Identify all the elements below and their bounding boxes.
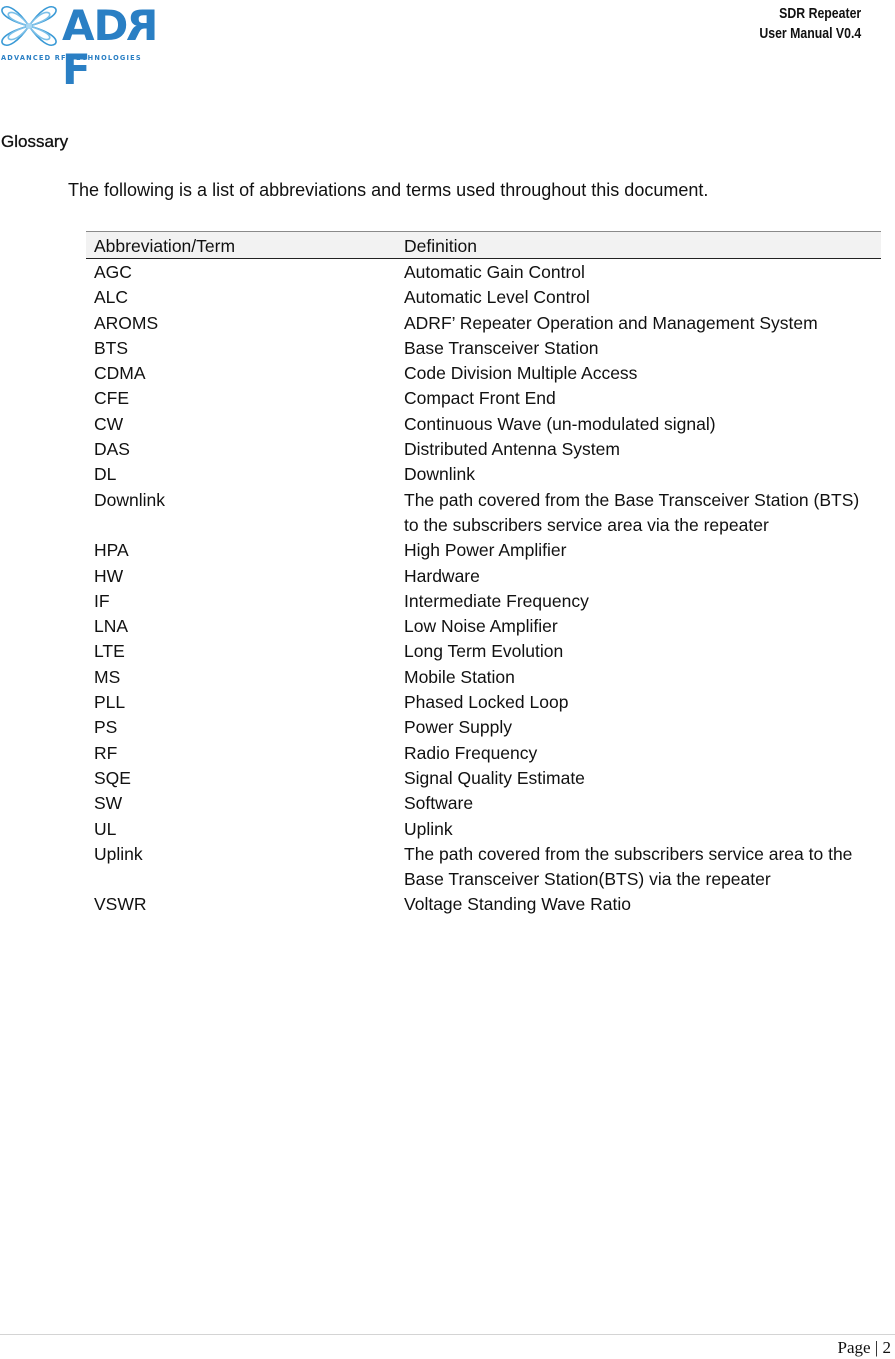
definition-cell: Continuous Wave (un-modulated signal) bbox=[404, 413, 716, 434]
table-header-row: Abbreviation/Term Definition bbox=[86, 231, 881, 259]
definition-cell: Radio Frequency bbox=[404, 742, 538, 763]
table-row: LNA Low Noise Amplifier bbox=[86, 614, 881, 639]
definition-cell: ADRF’ Repeater Operation and Management … bbox=[404, 312, 818, 333]
logo-tagline: ADVANCED RF TECHNOLOGIES bbox=[1, 54, 142, 62]
table-row: SW Software bbox=[86, 791, 881, 816]
term-cell: CDMA bbox=[94, 363, 146, 384]
table-row: PLL Phased Locked Loop bbox=[86, 690, 881, 715]
term-cell: BTS bbox=[94, 337, 129, 358]
definition-cell: Mobile Station bbox=[404, 666, 515, 687]
term-cell: PS bbox=[94, 717, 118, 738]
term-cell: LNA bbox=[94, 616, 129, 637]
definition-cell: Phased Locked Loop bbox=[404, 692, 569, 713]
definition-cell: The path covered from the subscribers se… bbox=[404, 843, 853, 890]
term-cell: PLL bbox=[94, 692, 126, 713]
table-row: LTE Long Term Evolution bbox=[86, 639, 881, 664]
product-name: SDR Repeater bbox=[778, 5, 861, 22]
definition-cell: Uplink bbox=[404, 818, 453, 839]
antenna-pattern-icon bbox=[1, 6, 57, 46]
table-row: HPA High Power Amplifier bbox=[86, 538, 881, 563]
table-row: HW Hardware bbox=[86, 564, 881, 589]
term-cell: SQE bbox=[94, 767, 131, 788]
document-header: SDR Repeater User Manual V0.4 bbox=[759, 4, 861, 44]
definition-cell: Distributed Antenna System bbox=[404, 439, 620, 460]
column-header-term: Abbreviation/Term bbox=[86, 231, 396, 259]
table-row: IF Intermediate Frequency bbox=[86, 589, 881, 614]
table-row: VSWR Voltage Standing Wave Ratio bbox=[86, 892, 881, 917]
definition-cell: Intermediate Frequency bbox=[404, 590, 589, 611]
term-cell: CW bbox=[94, 413, 124, 434]
table-row: PS Power Supply bbox=[86, 715, 881, 740]
term-cell: ALC bbox=[94, 287, 129, 308]
term-cell: CFE bbox=[94, 388, 129, 409]
table-row: DAS Distributed Antenna System bbox=[86, 437, 881, 462]
definition-cell: Long Term Evolution bbox=[404, 641, 564, 662]
term-cell: LTE bbox=[94, 641, 125, 662]
table-row: CW Continuous Wave (un-modulated signal) bbox=[86, 412, 881, 437]
section-title: Glossary bbox=[1, 132, 69, 151]
definition-cell: Hardware bbox=[404, 565, 480, 586]
glossary-body: AGC Automatic Gain Control ALC Automatic Le… bbox=[86, 259, 881, 918]
glossary-table: Abbreviation/Term Definition AGC Automati… bbox=[86, 231, 881, 918]
term-cell: Uplink bbox=[94, 843, 143, 864]
definition-cell: High Power Amplifier bbox=[404, 540, 567, 561]
column-header-definition: Definition bbox=[396, 231, 881, 259]
term-cell: HW bbox=[94, 565, 124, 586]
term-cell: UL bbox=[94, 818, 117, 839]
definition-cell: Voltage Standing Wave Ratio bbox=[404, 894, 631, 915]
term-cell: MS bbox=[94, 666, 121, 687]
company-logo: ADRF ADVANCED RF TECHNOLOGIES bbox=[0, 1, 175, 92]
term-cell: AROMS bbox=[94, 312, 159, 333]
table-row: AGC Automatic Gain Control bbox=[86, 259, 881, 286]
definition-cell: Automatic Gain Control bbox=[404, 262, 585, 282]
term-cell: AGC bbox=[94, 262, 132, 282]
definition-cell: Downlink bbox=[404, 464, 475, 485]
table-row: Downlink The path covered from the Base T… bbox=[86, 488, 881, 539]
table-row: DL Downlink bbox=[86, 462, 881, 487]
table-row: SQE Signal Quality Estimate bbox=[86, 766, 881, 791]
table-row: AROMS ADRF’ Repeater Operation and Manage… bbox=[86, 311, 881, 336]
term-cell: IF bbox=[94, 590, 110, 611]
definition-cell: Code Division Multiple Access bbox=[404, 363, 638, 384]
table-row: BTS Base Transceiver Station bbox=[86, 336, 881, 361]
table-row: Uplink The path covered from the subscrib… bbox=[86, 842, 881, 893]
table-row: CFE Compact Front End bbox=[86, 386, 881, 411]
table-row: ALC Automatic Level Control bbox=[86, 285, 881, 310]
definition-cell: Software bbox=[404, 793, 474, 814]
term-cell: HPA bbox=[94, 540, 129, 561]
term-cell: RF bbox=[94, 742, 118, 763]
table-row: MS Mobile Station bbox=[86, 665, 881, 690]
table-row: UL Uplink bbox=[86, 817, 881, 842]
table-row: RF Radio Frequency bbox=[86, 741, 881, 766]
definition-cell: The path covered from the Base Transceiv… bbox=[404, 489, 860, 535]
definition-cell: Signal Quality Estimate bbox=[404, 767, 585, 788]
term-cell: SW bbox=[94, 793, 123, 814]
definition-cell: Power Supply bbox=[404, 717, 512, 738]
definition-cell: Base Transceiver Station bbox=[404, 337, 599, 358]
logo-wordmark: ADRF bbox=[62, 1, 159, 94]
term-cell: VSWR bbox=[94, 894, 147, 915]
intro-paragraph: The following is a list of abbreviations… bbox=[68, 180, 709, 200]
page-number: Page | 2 bbox=[837, 1338, 891, 1357]
definition-cell: Low Noise Amplifier bbox=[404, 616, 558, 637]
term-cell: DAS bbox=[94, 439, 130, 460]
footer-divider bbox=[0, 1334, 895, 1335]
table-row: CDMA Code Division Multiple Access bbox=[86, 361, 881, 386]
definition-cell: Automatic Level Control bbox=[404, 287, 590, 308]
term-cell: DL bbox=[94, 464, 117, 485]
term-cell: Downlink bbox=[94, 489, 165, 510]
definition-cell: Compact Front End bbox=[404, 388, 556, 409]
manual-version: User Manual V0.4 bbox=[759, 25, 861, 42]
